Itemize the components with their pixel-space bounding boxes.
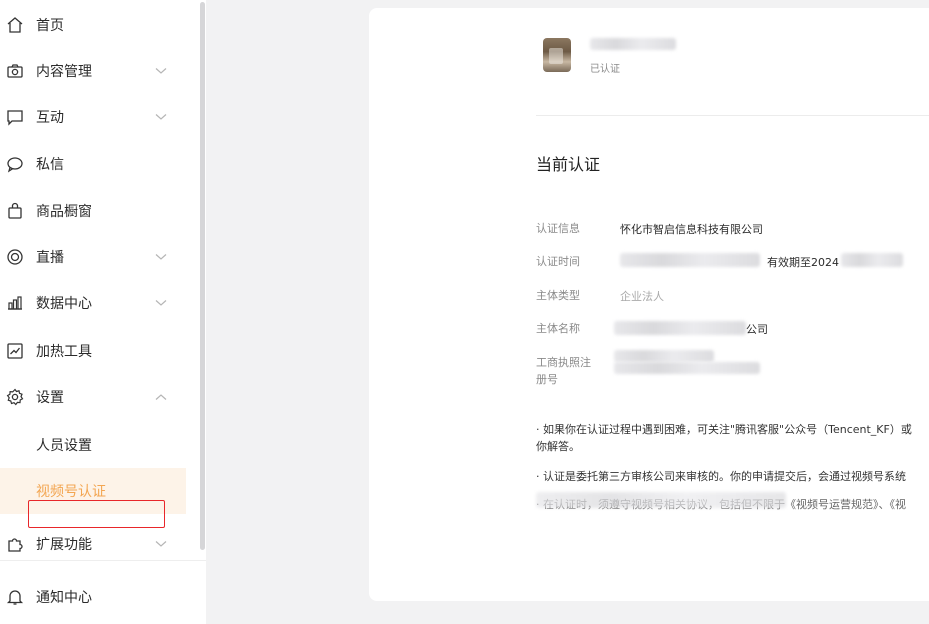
sidebar-item-private-message[interactable]: 私信 bbox=[0, 142, 186, 186]
sidebar-item-label: 直播 bbox=[36, 250, 64, 266]
sidebar-item-content-management[interactable]: 内容管理 bbox=[0, 49, 186, 93]
avatar bbox=[543, 38, 571, 72]
entity-name-redacted bbox=[614, 321, 746, 335]
sidebar-item-product-window[interactable]: 商品橱窗 bbox=[0, 189, 186, 233]
section-title: 当前认证 bbox=[536, 155, 601, 174]
help-note: · 如果你在认证过程中遇到困难，可关注"腾讯客服"公众号（Tencent_KF）… bbox=[536, 423, 912, 436]
entity-name-label: 主体名称 bbox=[536, 322, 580, 335]
gear-icon bbox=[6, 388, 24, 406]
sidebar-item-notification-center[interactable]: 通知中心 bbox=[0, 575, 186, 619]
sidebar-item-home[interactable]: 首页 bbox=[0, 3, 186, 47]
sidebar-item-label: 人员设置 bbox=[36, 438, 92, 454]
chevron-down-icon bbox=[155, 254, 167, 260]
sidebar-item-label: 内容管理 bbox=[36, 64, 92, 80]
sidebar: 首页 内容管理 互动 私信 商品橱窗 直播 数据中心 加热工具 设置 人员设置 … bbox=[0, 0, 206, 624]
entity-type-value: 企业法人 bbox=[620, 290, 664, 303]
home-icon bbox=[7, 17, 23, 33]
sidebar-item-label: 私信 bbox=[36, 157, 64, 173]
help-note: 你解答。 bbox=[536, 440, 580, 453]
cert-info-label: 认证信息 bbox=[536, 222, 580, 235]
sidebar-item-boost-tools[interactable]: 加热工具 bbox=[0, 329, 186, 373]
entity-name-suffix: 公司 bbox=[746, 323, 768, 336]
sidebar-item-label: 首页 bbox=[36, 18, 64, 34]
bar-chart-icon bbox=[8, 296, 22, 310]
sidebar-item-data-center[interactable]: 数据中心 bbox=[0, 281, 186, 325]
puzzle-icon bbox=[8, 538, 23, 552]
sidebar-item-label: 商品橱窗 bbox=[36, 204, 92, 220]
sidebar-item-label: 数据中心 bbox=[36, 296, 92, 312]
chevron-up-icon bbox=[155, 394, 167, 400]
cert-time-redacted bbox=[620, 253, 760, 267]
sidebar-item-live[interactable]: 直播 bbox=[0, 235, 186, 279]
bell-icon bbox=[6, 590, 24, 605]
sidebar-item-interaction[interactable]: 互动 bbox=[0, 95, 186, 139]
agreement-note-redacted bbox=[536, 492, 786, 508]
cert-time-label: 认证时间 bbox=[536, 255, 580, 268]
sidebar-item-label: 扩展功能 bbox=[36, 537, 92, 553]
chevron-down-icon bbox=[155, 541, 167, 547]
highlight-annotation bbox=[28, 500, 165, 528]
chevron-down-icon bbox=[155, 300, 167, 306]
license-number-label: 工商执照注册号 bbox=[536, 356, 591, 386]
trend-icon bbox=[7, 343, 23, 359]
chat-bubble-icon bbox=[7, 157, 23, 173]
profile-divider bbox=[536, 115, 929, 116]
sidebar-item-settings[interactable]: 设置 bbox=[0, 375, 186, 419]
sidebar-item-label: 设置 bbox=[36, 390, 64, 406]
sidebar-scrollbar[interactable] bbox=[200, 2, 205, 550]
review-note: · 认证是委托第三方审核公司来审核的。你的申请提交后，会通过视频号系统 bbox=[536, 470, 906, 483]
shopping-bag-icon bbox=[8, 202, 22, 219]
account-name-redacted bbox=[590, 38, 676, 50]
sidebar-item-label: 通知中心 bbox=[36, 590, 92, 606]
chevron-down-icon bbox=[155, 68, 167, 74]
sidebar-subitem-member-settings[interactable]: 人员设置 bbox=[0, 423, 186, 467]
cert-date-redacted bbox=[841, 253, 903, 267]
license-number-redacted bbox=[614, 362, 760, 374]
entity-type-label: 主体类型 bbox=[536, 289, 580, 302]
sidebar-divider bbox=[0, 560, 206, 561]
message-box-icon bbox=[7, 110, 23, 126]
cert-info-value: 怀化市智启信息科技有限公司 bbox=[620, 223, 763, 236]
live-icon bbox=[7, 249, 23, 265]
license-number-redacted bbox=[614, 350, 714, 362]
sidebar-item-label: 互动 bbox=[36, 110, 64, 126]
camera-icon bbox=[7, 64, 23, 78]
cert-time-validity: 有效期至2024 bbox=[767, 256, 839, 269]
sidebar-item-label: 视频号认证 bbox=[36, 484, 106, 500]
verified-status: 已认证 bbox=[590, 64, 620, 75]
chevron-down-icon bbox=[155, 114, 167, 120]
sidebar-item-label: 加热工具 bbox=[36, 344, 92, 360]
